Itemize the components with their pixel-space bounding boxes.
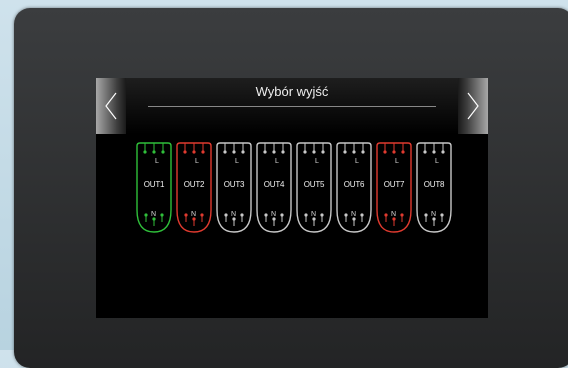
output-tile-7[interactable]: L N OUT7 bbox=[375, 142, 413, 234]
output-label: OUT3 bbox=[223, 180, 245, 189]
screen-header: Wybór wyjść bbox=[96, 78, 488, 134]
output-tile-1[interactable]: L N OUT1 bbox=[135, 142, 173, 234]
output-label: OUT4 bbox=[263, 180, 285, 189]
output-label: OUT2 bbox=[183, 180, 205, 189]
chevron-right-icon bbox=[467, 92, 479, 120]
outputs-row: L N OUT1 L N OUT2 L N OUT3 L N OUT4 L N OUT5 L N OUT6 L N OU… bbox=[135, 142, 475, 234]
touch-screen: Wybór wyjść L N OUT1 L N OUT2 L N OUT3 L N OUT4 L N OU… bbox=[96, 78, 488, 318]
terminal-n-label: N bbox=[151, 211, 156, 218]
prev-button[interactable] bbox=[96, 78, 126, 134]
terminal-n-label: N bbox=[351, 211, 356, 218]
terminal-n-label: N bbox=[271, 211, 276, 218]
terminal-l-label: L bbox=[355, 158, 359, 165]
output-label: OUT6 bbox=[343, 180, 365, 189]
terminal-l-label: L bbox=[155, 158, 159, 165]
title-underline bbox=[148, 106, 436, 107]
output-tile-3[interactable]: L N OUT3 bbox=[215, 142, 253, 234]
chevron-left-icon bbox=[105, 92, 117, 120]
output-label: OUT7 bbox=[383, 180, 405, 189]
screen-title: Wybór wyjść bbox=[255, 84, 329, 99]
terminal-n-label: N bbox=[431, 211, 436, 218]
terminal-l-label: L bbox=[435, 158, 439, 165]
output-tile-5[interactable]: L N OUT5 bbox=[295, 142, 333, 234]
terminal-l-label: L bbox=[275, 158, 279, 165]
terminal-l-label: L bbox=[235, 158, 239, 165]
output-tile-8[interactable]: L N OUT8 bbox=[415, 142, 453, 234]
terminal-l-label: L bbox=[315, 158, 319, 165]
next-button[interactable] bbox=[458, 78, 488, 134]
terminal-n-label: N bbox=[191, 211, 196, 218]
output-label: OUT1 bbox=[143, 180, 165, 189]
terminal-l-label: L bbox=[195, 158, 199, 165]
terminal-l-label: L bbox=[395, 158, 399, 165]
terminal-n-label: N bbox=[391, 211, 396, 218]
output-label: OUT8 bbox=[423, 180, 445, 189]
output-tile-6[interactable]: L N OUT6 bbox=[335, 142, 373, 234]
terminal-n-label: N bbox=[231, 211, 236, 218]
output-label: OUT5 bbox=[303, 180, 325, 189]
terminal-n-label: N bbox=[311, 211, 316, 218]
output-tile-2[interactable]: L N OUT2 bbox=[175, 142, 213, 234]
output-tile-4[interactable]: L N OUT4 bbox=[255, 142, 293, 234]
